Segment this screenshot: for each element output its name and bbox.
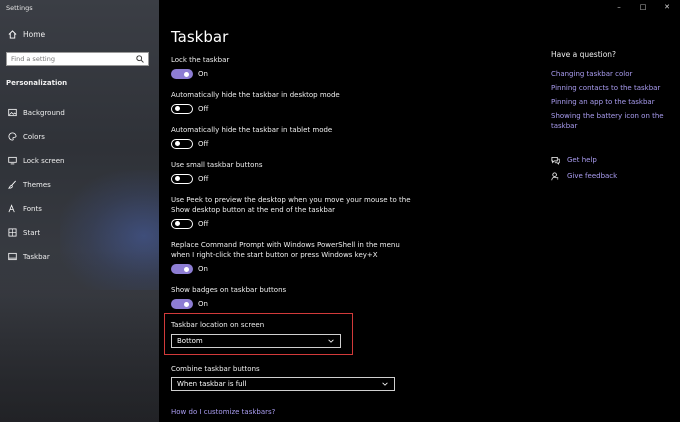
search-icon[interactable] <box>136 55 144 63</box>
sidebar-item-start[interactable]: Start <box>8 228 40 237</box>
sidebar-item-label: Fonts <box>23 204 42 213</box>
sidebar-item-label: Taskbar <box>23 252 50 261</box>
setting-label: Use small taskbar buttons <box>171 161 263 169</box>
toggle-state: On <box>198 265 208 273</box>
font-icon <box>8 204 17 213</box>
home-nav-item[interactable]: Home <box>8 30 45 39</box>
chevron-down-icon <box>381 380 389 388</box>
give-feedback-label: Give feedback <box>567 172 618 180</box>
toggle-switch[interactable] <box>171 139 193 149</box>
get-help-label: Get help <box>567 156 597 164</box>
toggle-switch[interactable] <box>171 69 193 79</box>
setting-label: Automatically hide the taskbar in deskto… <box>171 91 340 99</box>
highlight-box <box>164 313 353 355</box>
sidebar-item-taskbar[interactable]: Taskbar <box>8 252 50 261</box>
get-help-link[interactable]: Get help <box>551 155 597 165</box>
autohide-tablet-toggle[interactable]: Off <box>171 139 208 149</box>
minimize-button[interactable]: – <box>614 3 624 11</box>
toggle-switch[interactable] <box>171 264 193 274</box>
sidebar-item-label: Lock screen <box>23 156 65 165</box>
window-controls: – □ ✕ <box>614 3 672 11</box>
help-link-taskbar-color[interactable]: Changing taskbar color <box>551 69 666 79</box>
setting-label: Automatically hide the taskbar in tablet… <box>171 126 333 134</box>
sidebar-item-label: Start <box>23 228 41 237</box>
sidebar: Settings Home Personalization Background… <box>0 0 159 422</box>
toggle-state: Off <box>198 220 209 228</box>
toggle-switch[interactable] <box>171 104 193 114</box>
toggle-state: Off <box>198 175 209 183</box>
sidebar-item-fonts[interactable]: Fonts <box>8 204 42 213</box>
feedback-person-icon <box>551 171 560 181</box>
customize-taskbars-link[interactable]: How do I customize taskbars? <box>171 407 275 417</box>
picture-icon <box>8 108 17 117</box>
search-box[interactable] <box>6 52 149 66</box>
close-button[interactable]: ✕ <box>662 3 672 11</box>
monitor-icon <box>8 156 17 165</box>
help-heading: Have a question? <box>551 50 617 59</box>
combine-dropdown[interactable]: When taskbar is full <box>171 377 395 391</box>
toggle-state: On <box>198 300 208 308</box>
powershell-toggle[interactable]: On <box>171 264 208 274</box>
search-input[interactable] <box>7 53 131 65</box>
home-icon <box>8 30 17 39</box>
palette-icon <box>8 132 17 141</box>
combine-label: Combine taskbar buttons <box>171 365 260 373</box>
main-panel: – □ ✕ Taskbar Lock the taskbar On Automa… <box>159 0 680 422</box>
lock-taskbar-toggle[interactable]: On <box>171 69 208 79</box>
setting-label: Use Peek to preview the desktop when you… <box>171 196 411 214</box>
taskbar-icon <box>8 252 17 261</box>
setting-label: Replace Command Prompt with Windows Powe… <box>171 241 400 259</box>
sidebar-item-themes[interactable]: Themes <box>7 180 51 189</box>
toggle-state: Off <box>198 140 209 148</box>
setting-label: Show badges on taskbar buttons <box>171 286 287 294</box>
toggle-state: Off <box>198 105 209 113</box>
help-link-pinning-app[interactable]: Pinning an app to the taskbar <box>551 97 666 107</box>
dropdown-value: When taskbar is full <box>177 380 247 388</box>
home-label: Home <box>23 30 46 39</box>
peek-toggle[interactable]: Off <box>171 219 208 229</box>
brush-icon <box>7 180 17 189</box>
maximize-button[interactable]: □ <box>638 3 648 11</box>
window-title: Settings <box>6 4 33 12</box>
autohide-desktop-toggle[interactable]: Off <box>171 104 208 114</box>
chat-icon <box>551 156 560 165</box>
page-title: Taskbar <box>171 28 229 46</box>
sidebar-item-lock-screen[interactable]: Lock screen <box>8 156 64 165</box>
toggle-switch[interactable] <box>171 219 193 229</box>
sidebar-item-label: Colors <box>23 132 45 141</box>
start-icon <box>8 228 17 237</box>
sidebar-item-label: Themes <box>23 180 51 189</box>
small-buttons-toggle[interactable]: Off <box>171 174 208 184</box>
help-link-battery-icon[interactable]: Showing the battery icon on the taskbar <box>551 111 666 131</box>
sidebar-item-colors[interactable]: Colors <box>8 132 45 141</box>
toggle-switch[interactable] <box>171 174 193 184</box>
give-feedback-link[interactable]: Give feedback <box>551 171 617 181</box>
section-heading: Personalization <box>6 79 68 87</box>
toggle-state: On <box>198 70 208 78</box>
setting-label: Lock the taskbar <box>171 56 230 64</box>
help-link-pinning-contacts[interactable]: Pinning contacts to the taskbar <box>551 83 666 93</box>
toggle-switch[interactable] <box>171 299 193 309</box>
badges-toggle[interactable]: On <box>171 299 208 309</box>
sidebar-item-background[interactable]: Background <box>8 108 65 117</box>
sidebar-item-label: Background <box>23 108 65 117</box>
sidebar-backdrop-shade <box>0 250 159 422</box>
